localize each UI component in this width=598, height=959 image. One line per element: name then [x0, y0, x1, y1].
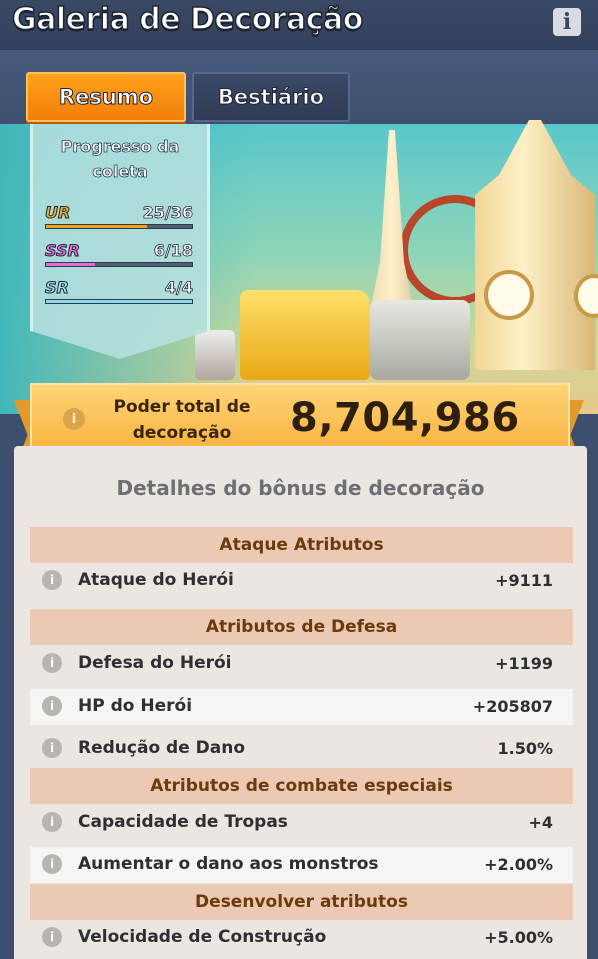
rarity-ssr-count: 6/18 [153, 241, 193, 261]
info-icon[interactable]: i [553, 8, 581, 36]
bonus-row: i Defesa do Herói +1199 [30, 646, 573, 682]
bonus-value: 1.50% [497, 739, 553, 758]
bonus-row: i Redução de Dano 1.50% [30, 731, 573, 767]
jeep-decoration [370, 300, 470, 380]
bonus-row: i Velocidade de Construção +5.00% [30, 920, 573, 956]
rarity-sr-bar-fill [46, 300, 192, 303]
bonus-row: i HP do Herói +205807 [30, 689, 573, 725]
bonus-value: +2.00% [484, 855, 553, 874]
section-special-combat-header: Atributos de combate especiais [30, 768, 573, 804]
rarity-ur-count: 25/36 [142, 203, 193, 223]
total-power-value: 8,704,986 [290, 395, 520, 441]
bonus-label: HP do Herói [78, 696, 193, 716]
rarity-ur-bar [45, 224, 193, 229]
bonus-value: +9111 [495, 571, 553, 590]
bonus-label: Redução de Dano [78, 738, 246, 758]
bonus-value: +205807 [472, 697, 553, 716]
info-icon[interactable]: i [42, 927, 62, 947]
section-attack-header: Ataque Atributos [30, 527, 573, 563]
clock-face [484, 270, 534, 320]
tab-bestiario[interactable]: Bestiário [192, 72, 350, 122]
info-icon[interactable]: i [42, 696, 62, 716]
section-development-header: Desenvolver atributos [30, 884, 573, 920]
bonus-row: i Aumentar o dano aos monstros +2.00% [30, 847, 573, 883]
bonus-label: Capacidade de Tropas [78, 812, 288, 832]
info-icon[interactable]: i [42, 738, 62, 758]
rarity-ssr-label: SSR [45, 241, 81, 261]
bonus-row: i Capacidade de Tropas +4 [30, 805, 573, 841]
golden-tank-decoration [240, 290, 370, 380]
rarity-ur-bar-fill [46, 225, 148, 228]
bonus-details-title: Detalhes do bônus de decoração [116, 476, 485, 500]
bonus-value: +4 [528, 813, 553, 832]
bonus-label: Velocidade de Construção [78, 927, 327, 947]
rarity-ssr-bar [45, 262, 193, 267]
info-icon[interactable]: i [42, 653, 62, 673]
bonus-label: Ataque do Herói [78, 570, 234, 590]
bonus-label: Defesa do Herói [78, 653, 232, 673]
bonus-row: i Ataque do Herói +9111 [30, 563, 573, 599]
rarity-sr-count: 4/4 [164, 278, 193, 298]
info-icon[interactable]: i [42, 812, 62, 832]
page-title: Galeria de Decoração [11, 1, 364, 38]
section-defense-header: Atributos de Defesa [30, 609, 573, 645]
tab-resumo[interactable]: Resumo [26, 72, 186, 122]
total-power-label: Poder total de decoração [113, 397, 251, 443]
rocket-decoration [195, 330, 235, 380]
rarity-sr-bar [45, 299, 193, 304]
rarity-ssr-bar-fill [46, 263, 95, 266]
collection-progress-title: Progresso da coleta [60, 137, 180, 182]
rarity-sr-label: SR [45, 278, 70, 298]
bonus-value: +5.00% [484, 928, 553, 947]
power-info-icon[interactable]: i [63, 408, 85, 430]
bonus-value: +1199 [495, 654, 553, 673]
info-icon[interactable]: i [42, 570, 62, 590]
info-icon[interactable]: i [42, 854, 62, 874]
rarity-ur-label: UR [44, 203, 71, 223]
bonus-label: Aumentar o dano aos monstros [78, 854, 379, 874]
